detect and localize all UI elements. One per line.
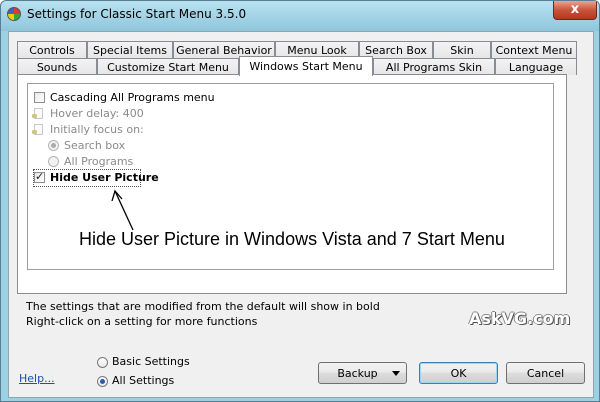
ok-button[interactable]: OK <box>419 362 498 384</box>
backup-label: Backup <box>337 367 378 380</box>
hint-bold-settings: The settings that are modified from the … <box>26 300 380 313</box>
annotation-caption: Hide User Picture in Windows Vista and 7… <box>79 229 505 249</box>
tab-windows-start-menu[interactable]: Windows Start Menu <box>239 56 373 76</box>
radio-label: Basic Settings <box>112 355 190 368</box>
settings-window: Settings for Classic Start Menu 3.5.0 x … <box>0 0 600 402</box>
cancel-button[interactable]: Cancel <box>506 362 585 384</box>
backup-button[interactable]: Backup <box>318 362 407 384</box>
radio-basic-settings[interactable] <box>97 357 108 368</box>
dropdown-arrow-icon <box>392 371 400 376</box>
radio-all-settings[interactable] <box>97 376 108 387</box>
hint-right-click: Right-click on a setting for more functi… <box>26 315 258 328</box>
askvg-watermark: AskVG.com <box>469 309 571 328</box>
radio-label: All Settings <box>112 374 175 387</box>
help-link[interactable]: Help... <box>19 372 55 385</box>
